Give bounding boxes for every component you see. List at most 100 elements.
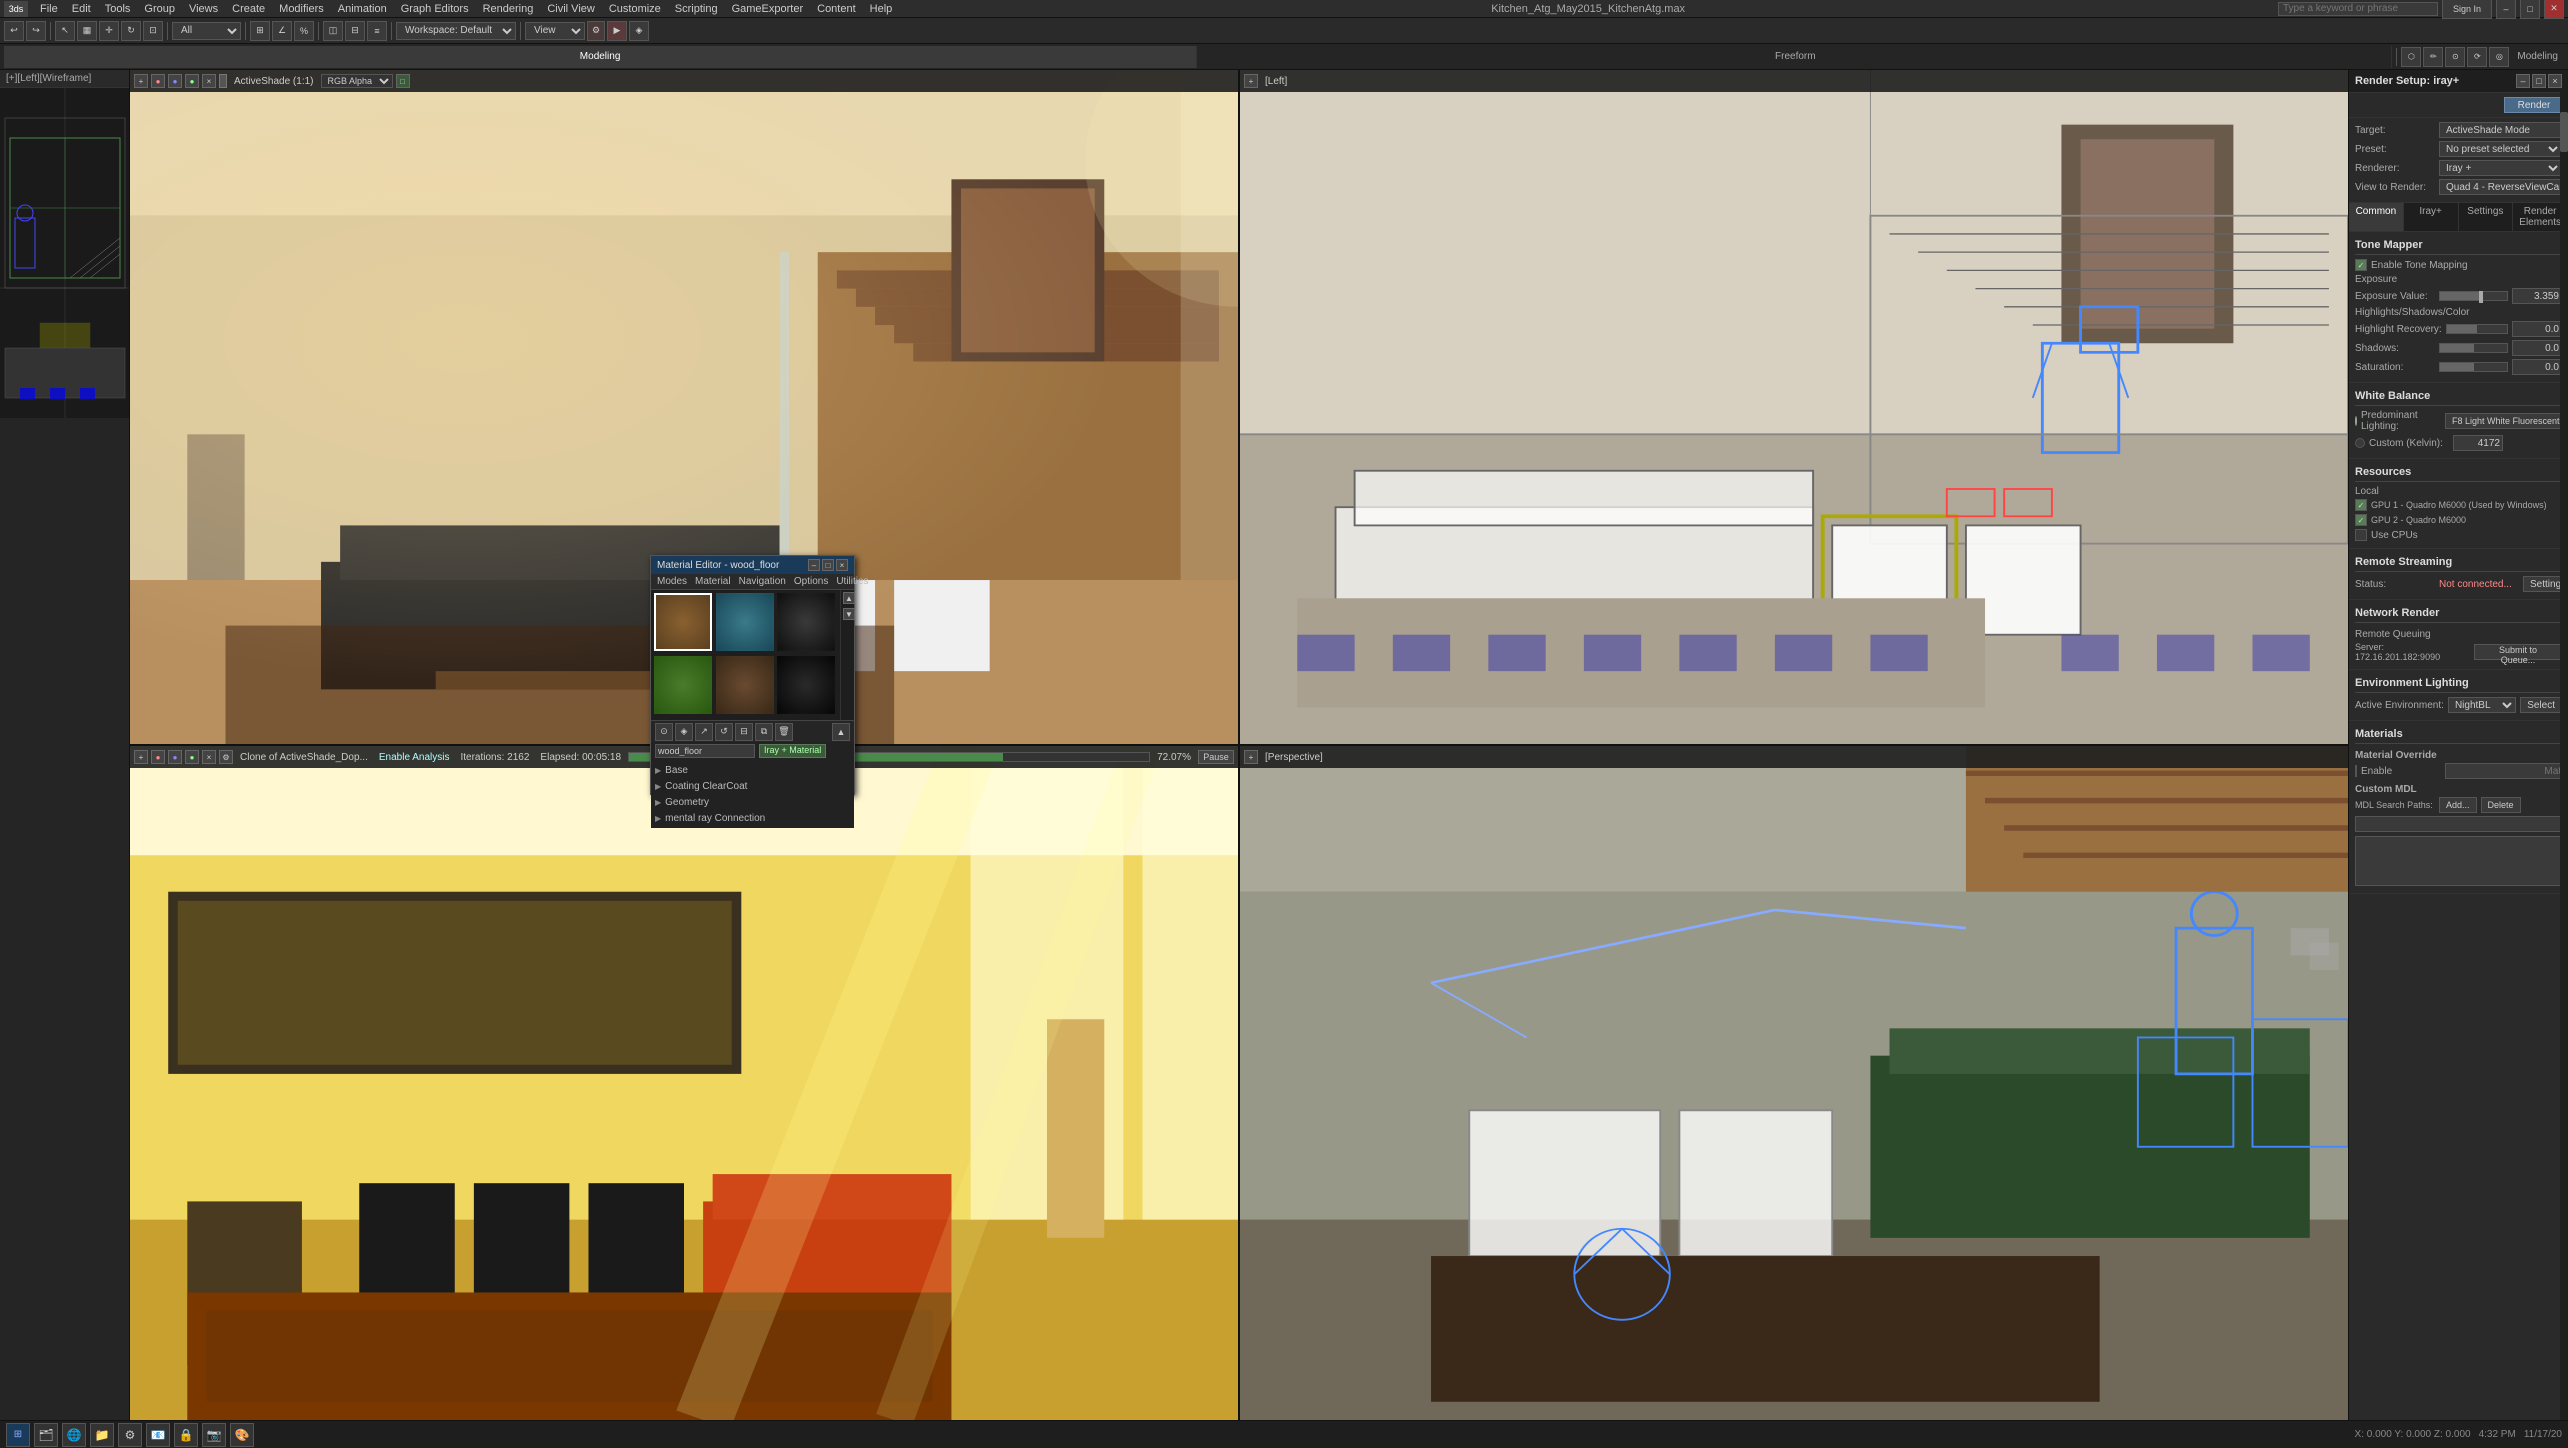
vp-bl-settings[interactable]: ⚙	[219, 750, 233, 764]
rp-gpu2-checkbox[interactable]	[2355, 514, 2367, 526]
me-swatch-teal[interactable]	[716, 593, 774, 651]
me-prop-coating[interactable]: ▶ Coating ClearCoat	[655, 778, 850, 794]
menu-item-content[interactable]: Content	[811, 2, 862, 16]
tab-freeform[interactable]: Freeform	[1199, 46, 2392, 68]
me-tool-copy[interactable]: ⧉	[755, 723, 773, 741]
me-iray-btn[interactable]: Iray + Material	[759, 744, 826, 758]
taskbar-icon-3[interactable]: 📁	[90, 1423, 114, 1447]
select-btn[interactable]: ↖	[55, 21, 75, 41]
rp-render-btn[interactable]: Render	[2504, 97, 2564, 113]
me-prop-base[interactable]: ▶ Base	[655, 762, 850, 778]
vp-tr-menu[interactable]: +	[1244, 74, 1258, 88]
rp-mdl-path-input[interactable]: C:\Users\NVIDIA\Documents\mdl	[2355, 816, 2562, 832]
me-side-btn1[interactable]: ▲	[843, 592, 855, 604]
select-region-btn[interactable]: ▦	[77, 21, 97, 41]
loop-btn[interactable]: ⟳	[2467, 47, 2487, 67]
rp-shadows-input[interactable]	[2512, 340, 2562, 356]
vp-bl-pause[interactable]: Pause	[1198, 750, 1234, 764]
menu-item-customize[interactable]: Customize	[603, 2, 667, 16]
rp-mat-enable-checkbox[interactable]	[2355, 765, 2357, 777]
menu-item-modifiers[interactable]: Modifiers	[273, 2, 330, 16]
rp-mat-field[interactable]	[2445, 763, 2568, 779]
window-minimize-btn[interactable]: –	[2496, 0, 2516, 19]
menu-item-graph-editors[interactable]: Graph Editors	[395, 2, 475, 16]
me-tool-delete[interactable]: 🗑	[775, 723, 793, 741]
me-menu-material[interactable]: Material	[695, 576, 731, 587]
taskbar-icon-8[interactable]: 🎨	[230, 1423, 254, 1447]
me-maximize[interactable]: □	[822, 559, 834, 571]
rp-predominant-dropdown[interactable]: F8 Light White Fluorescent [415°	[2445, 413, 2568, 429]
vp-bl-pin2[interactable]: ●	[168, 750, 182, 764]
workspace-dropdown[interactable]: Workspace: Default	[396, 22, 516, 40]
menu-item-edit[interactable]: Edit	[66, 2, 97, 16]
me-prop-geometry[interactable]: ▶ Geometry	[655, 794, 850, 810]
menu-item-animation[interactable]: Animation	[332, 2, 393, 16]
menu-item-gameexporter[interactable]: GameExporter	[726, 2, 810, 16]
rp-target-dropdown[interactable]: ActiveShade Mode Production Rendering Mo…	[2439, 122, 2568, 138]
rp-exposure-input[interactable]	[2512, 288, 2562, 304]
me-menu-utilities[interactable]: Utilities	[836, 576, 868, 587]
vp-tl-close[interactable]: ×	[202, 74, 216, 88]
menu-item-create[interactable]: Create	[226, 2, 271, 16]
rp-maximize[interactable]: □	[2532, 74, 2546, 88]
scale-btn[interactable]: ⊡	[143, 21, 163, 41]
me-close[interactable]: ×	[836, 559, 848, 571]
menu-item-rendering[interactable]: Rendering	[477, 2, 540, 16]
me-minimize[interactable]: –	[808, 559, 820, 571]
me-swatch-black1[interactable]	[777, 593, 835, 651]
redo-btn[interactable]: ↪	[26, 21, 46, 41]
window-maximize-btn[interactable]: □	[2520, 0, 2540, 19]
rotate-btn[interactable]: ↻	[121, 21, 141, 41]
rp-highlight-slider[interactable]	[2446, 324, 2508, 334]
viewport-bottom-right[interactable]: + [Perspective]	[1240, 746, 2348, 1420]
me-tool-show[interactable]: ◈	[675, 723, 693, 741]
rp-gpu1-checkbox[interactable]	[2355, 499, 2367, 511]
angle-snap-btn[interactable]: ∠	[272, 21, 292, 41]
vp-tl-extra[interactable]: □	[396, 74, 410, 88]
me-swatch-black2[interactable]	[777, 656, 835, 714]
vp-bl-close[interactable]: ×	[202, 750, 216, 764]
me-tool-scroll-up[interactable]: ▲	[832, 723, 850, 741]
sign-in-btn[interactable]: Sign In	[2442, 0, 2492, 19]
me-menu-navigation[interactable]: Navigation	[739, 576, 786, 587]
rp-mdl-add-btn[interactable]: Add...	[2439, 797, 2477, 813]
taskbar-icon-1[interactable]: 🗂	[34, 1423, 58, 1447]
me-tool-pick[interactable]: ⊙	[655, 723, 673, 741]
rp-highlight-input[interactable]	[2512, 321, 2562, 337]
material-editor-btn[interactable]: ◈	[629, 21, 649, 41]
tab-modeling[interactable]: Modeling	[4, 46, 1197, 68]
rp-close[interactable]: ×	[2548, 74, 2562, 88]
menu-item-file[interactable]: File	[34, 2, 64, 16]
rp-predominant-radio[interactable]	[2355, 416, 2357, 426]
reference-dropdown[interactable]: All Selected	[172, 22, 241, 40]
vp-tl-pin[interactable]: ●	[151, 74, 165, 88]
rp-tab-settings[interactable]: Settings	[2459, 203, 2514, 231]
right-panel-scrollbar[interactable]	[2560, 92, 2568, 1420]
vp-bl-pin[interactable]: ●	[151, 750, 165, 764]
me-name-input[interactable]	[655, 744, 755, 758]
vp-tl-menu[interactable]: +	[134, 74, 148, 88]
menu-item-views[interactable]: Views	[183, 2, 224, 16]
rp-custom-radio[interactable]	[2355, 438, 2365, 448]
menu-item-scripting[interactable]: Scripting	[669, 2, 724, 16]
rp-saturation-input[interactable]	[2512, 359, 2562, 375]
render-btn[interactable]: ▶	[607, 21, 627, 41]
snap-toggle-btn[interactable]: ⊞	[250, 21, 270, 41]
vp-bl-pin3[interactable]: ●	[185, 750, 199, 764]
viewport-top-right[interactable]: + [Left]	[1240, 70, 2348, 744]
render-setup-btn[interactable]: ⚙	[587, 21, 605, 41]
vp-tl-pin3[interactable]: ●	[185, 74, 199, 88]
rp-exposure-slider[interactable]	[2439, 291, 2508, 301]
taskbar-icon-4[interactable]: ⚙	[118, 1423, 142, 1447]
rp-el-dropdown[interactable]: NightBL DayLight	[2448, 697, 2516, 713]
me-menu-options[interactable]: Options	[794, 576, 828, 587]
menu-item-group[interactable]: Group	[138, 2, 181, 16]
taskbar-icon-7[interactable]: 📷	[202, 1423, 226, 1447]
selection-btn2[interactable]: ⊙	[2445, 47, 2465, 67]
poly-model-btn[interactable]: ⬡	[2401, 47, 2421, 67]
me-tool-make-unique[interactable]: ⊟	[735, 723, 753, 741]
percent-snap-btn[interactable]: %	[294, 21, 314, 41]
taskbar-icon-5[interactable]: 📧	[146, 1423, 170, 1447]
rp-el-select-btn[interactable]: Select	[2520, 697, 2562, 713]
view-dropdown[interactable]: View	[525, 22, 585, 40]
